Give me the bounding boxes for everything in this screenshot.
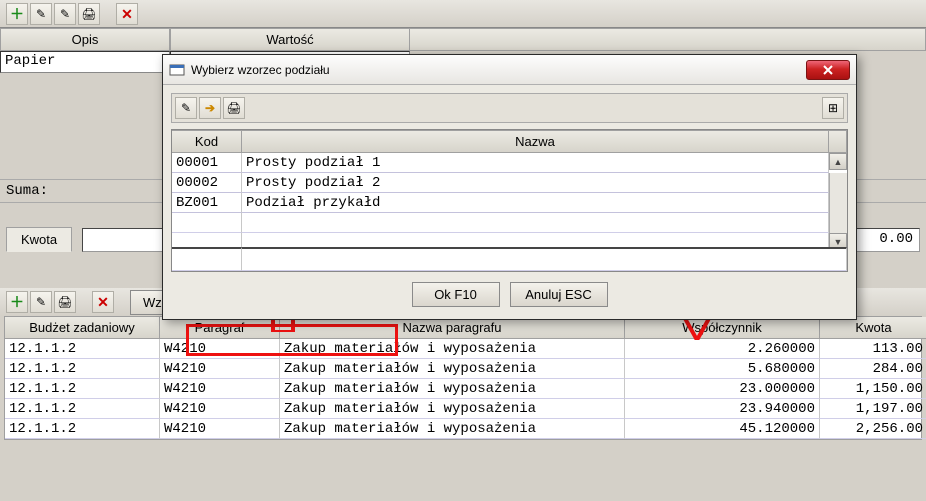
table-row[interactable]: 12.1.1.2W4210Zakup materiałów i wyposaże… (5, 419, 921, 439)
print-button[interactable]: 🖨 (78, 3, 100, 25)
scroll-up-button[interactable]: ▲ (829, 153, 847, 170)
cell-wsp[interactable]: 23.000000 (625, 379, 820, 399)
cell-budzet[interactable]: 12.1.1.2 (5, 379, 160, 399)
cell-wsp[interactable]: 45.120000 (625, 419, 820, 439)
dialog-settings-button[interactable]: ⊞ (822, 97, 844, 119)
cell-nazwa[interactable]: Zakup materiałów i wyposażenia (280, 379, 625, 399)
cell-kod[interactable]: BZ001 (172, 193, 242, 213)
cell-nazwa[interactable]: Zakup materiałów i wyposażenia (280, 339, 625, 359)
dialog-search-row (172, 247, 847, 271)
col-opis: Opis (0, 28, 170, 51)
main-toolbar: ＋ ✎ ✎ 🖨 ✕ (0, 0, 926, 28)
dialog-icon (169, 62, 185, 78)
dialog-close-button[interactable] (806, 60, 850, 80)
dialog-empty-row: ▼ (172, 233, 847, 247)
cell-kod[interactable]: 00001 (172, 153, 242, 173)
list-item[interactable]: 00002Prosty podział 2 (172, 173, 847, 193)
cancel-button[interactable]: Anuluj ESC (510, 282, 608, 307)
cell-kod[interactable]: 00002 (172, 173, 242, 193)
cell-wsp[interactable]: 23.940000 (625, 399, 820, 419)
cell-paragraf[interactable]: W4210 (160, 379, 280, 399)
dialog-buttons: Ok F10 Anuluj ESC (171, 272, 848, 311)
th-nazwa[interactable]: Nazwa paragrafu (280, 317, 625, 339)
ok-button[interactable]: Ok F10 (412, 282, 500, 307)
cell-paragraf[interactable]: W4210 (160, 419, 280, 439)
search-nazwa-input[interactable] (242, 247, 847, 271)
cell-budzet[interactable]: 12.1.1.2 (5, 399, 160, 419)
cell-kwota[interactable]: 113.00 (820, 339, 926, 359)
th-wsp[interactable]: Współczynnik (625, 317, 820, 339)
dialog-goto-button[interactable]: ➔ (199, 97, 221, 119)
cell-budzet[interactable]: 12.1.1.2 (5, 419, 160, 439)
dialog-title: Wybierz wzorzec podziału (191, 63, 330, 77)
delete-button[interactable]: ✕ (116, 3, 138, 25)
cell-budzet[interactable]: 12.1.1.2 (5, 359, 160, 379)
cell-paragraf[interactable]: W4210 (160, 359, 280, 379)
opis-header-row: Opis Wartość (0, 28, 926, 51)
th-kod[interactable]: Kod (172, 130, 242, 153)
cell-kwota[interactable]: 2,256.00 (820, 419, 926, 439)
dialog-toolbar: ✎ ➔ 🖨 ⊞ (171, 93, 848, 123)
cell-nazwa[interactable]: Zakup materiałów i wyposażenia (280, 419, 625, 439)
edit-row-button[interactable]: ✎ (30, 291, 52, 313)
kwota-tab[interactable]: Kwota (6, 227, 72, 252)
edit-alt-button[interactable]: ✎ (54, 3, 76, 25)
opis-input[interactable]: Papier (0, 51, 170, 73)
cell-nazwa[interactable]: Podział przykałd (242, 193, 829, 213)
dialog-grid-head: Kod Nazwa (172, 130, 847, 153)
table-row[interactable]: 12.1.1.2W4210Zakup materiałów i wyposaże… (5, 379, 921, 399)
table-row[interactable]: 12.1.1.2W4210Zakup materiałów i wyposaże… (5, 399, 921, 419)
dialog-empty-row (172, 213, 847, 233)
list-item[interactable]: 00001Prosty podział 1▲ (172, 153, 847, 173)
cell-nazwa[interactable]: Prosty podział 1 (242, 153, 829, 173)
cell-wsp[interactable]: 5.680000 (625, 359, 820, 379)
th-budzet[interactable]: Budżet zadaniowy (5, 317, 160, 339)
cell-kwota[interactable]: 1,197.00 (820, 399, 926, 419)
cell-nazwa[interactable]: Prosty podział 2 (242, 173, 829, 193)
th-nazwa-modal[interactable]: Nazwa (242, 130, 829, 153)
th-paragraf[interactable]: Paragraf (160, 317, 280, 339)
dialog-title-bar[interactable]: Wybierz wzorzec podziału (163, 55, 856, 85)
list-item[interactable]: BZ001Podział przykałd (172, 193, 847, 213)
edit-button[interactable]: ✎ (30, 3, 52, 25)
cell-kwota[interactable]: 284.00 (820, 359, 926, 379)
col-empty (410, 28, 926, 51)
cell-wsp[interactable]: 2.260000 (625, 339, 820, 359)
cell-kwota[interactable]: 1,150.00 (820, 379, 926, 399)
search-kod-input[interactable] (172, 247, 242, 271)
scroll-head (829, 130, 847, 153)
dialog-grid: Kod Nazwa 00001Prosty podział 1▲00002Pro… (171, 129, 848, 272)
add-button[interactable]: ＋ (6, 3, 28, 25)
cell-budzet[interactable]: 12.1.1.2 (5, 339, 160, 359)
close-icon (823, 65, 833, 75)
wzorzec-dialog: Wybierz wzorzec podziału ✎ ➔ 🖨 ⊞ Kod Naz… (162, 54, 857, 320)
dialog-print-button[interactable]: 🖨 (223, 97, 245, 119)
table-row[interactable]: 12.1.1.2W4210Zakup materiałów i wyposaże… (5, 359, 921, 379)
allocation-table: Budżet zadaniowy Paragraf Nazwa paragraf… (4, 316, 922, 440)
cell-nazwa[interactable]: Zakup materiałów i wyposażenia (280, 359, 625, 379)
suma-label: Suma: (6, 183, 48, 199)
cell-paragraf[interactable]: W4210 (160, 399, 280, 419)
delete-row-button[interactable]: ✕ (92, 291, 114, 313)
add-row-button[interactable]: ＋ (6, 291, 28, 313)
table-row[interactable]: 12.1.1.2W4210Zakup materiałów i wyposaże… (5, 339, 921, 359)
print-rows-button[interactable]: 🖨 (54, 291, 76, 313)
dialog-edit-button[interactable]: ✎ (175, 97, 197, 119)
cell-paragraf[interactable]: W4210 (160, 339, 280, 359)
allocation-thead: Budżet zadaniowy Paragraf Nazwa paragraf… (5, 317, 921, 339)
cell-nazwa[interactable]: Zakup materiałów i wyposażenia (280, 399, 625, 419)
col-wartosc: Wartość (170, 28, 410, 51)
th-kwota[interactable]: Kwota (820, 317, 926, 339)
